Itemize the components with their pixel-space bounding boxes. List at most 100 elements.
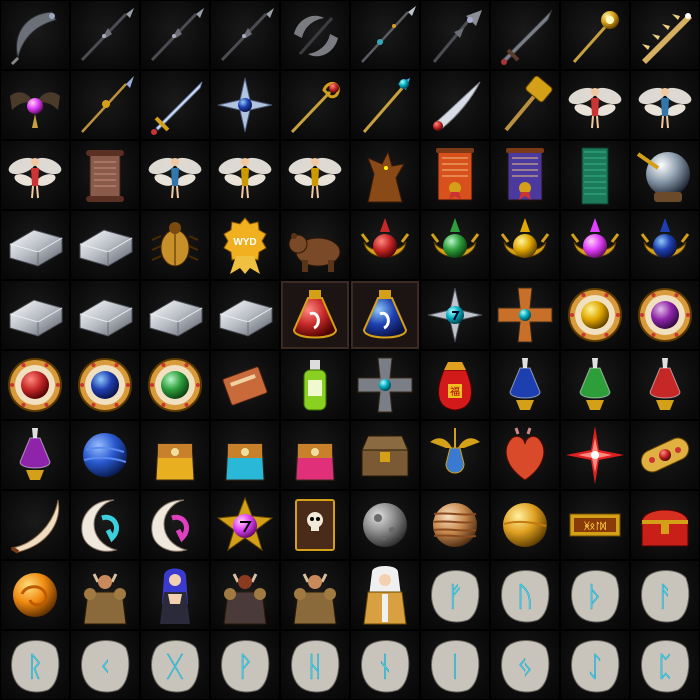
inventory-slot[interactable] [560,0,630,70]
inventory-slot[interactable]: ᚾ [350,630,420,700]
inventory-slot[interactable] [630,0,700,70]
inventory-slot[interactable] [140,350,210,420]
inventory-slot[interactable] [630,420,700,490]
inventory-slot[interactable] [630,490,700,560]
inventory-slot[interactable] [490,70,560,140]
inventory-slot[interactable] [280,210,350,280]
inventory-slot[interactable] [70,420,140,490]
inventory-slot[interactable] [70,210,140,280]
inventory-slot[interactable] [140,560,210,630]
inventory-slot[interactable]: ᚺ [280,630,350,700]
inventory-slot[interactable] [140,70,210,140]
inventory-slot[interactable] [210,280,280,350]
inventory-slot[interactable] [0,70,70,140]
inventory-slot[interactable] [630,70,700,140]
inventory-slot[interactable]: WYD [210,210,280,280]
inventory-slot[interactable] [560,280,630,350]
inventory-slot[interactable] [490,280,560,350]
inventory-slot[interactable] [210,350,280,420]
inventory-slot[interactable] [560,70,630,140]
inventory-slot[interactable] [490,210,560,280]
inventory-slot[interactable]: ᚹ [210,630,280,700]
inventory-slot[interactable] [280,490,350,560]
inventory-slot[interactable] [350,140,420,210]
inventory-slot[interactable] [350,0,420,70]
inventory-slot[interactable] [0,350,70,420]
inventory-slot[interactable] [210,70,280,140]
inventory-slot[interactable]: ᚦ [560,560,630,630]
inventory-slot[interactable] [280,350,350,420]
inventory-slot[interactable] [210,0,280,70]
inventory-slot[interactable]: ᚱ [0,630,70,700]
inventory-slot[interactable] [0,210,70,280]
inventory-slot[interactable] [0,490,70,560]
inventory-slot[interactable] [0,280,70,350]
inventory-slot[interactable] [490,420,560,490]
inventory-slot[interactable] [350,350,420,420]
inventory-slot[interactable]: ᛇ [560,630,630,700]
inventory-slot[interactable] [280,0,350,70]
inventory-slot[interactable] [490,350,560,420]
inventory-slot[interactable]: ᛃ [490,630,560,700]
inventory-slot[interactable] [280,420,350,490]
inventory-slot[interactable] [0,420,70,490]
inventory-slot[interactable]: ᚠ [420,560,490,630]
inventory-slot[interactable] [140,490,210,560]
inventory-slot[interactable] [140,210,210,280]
inventory-slot[interactable] [0,560,70,630]
inventory-slot[interactable]: ᚷ [140,630,210,700]
inventory-slot[interactable] [630,280,700,350]
inventory-slot[interactable] [560,140,630,210]
inventory-slot[interactable] [420,210,490,280]
inventory-slot[interactable] [350,280,420,350]
inventory-slot[interactable] [490,140,560,210]
inventory-slot[interactable] [140,280,210,350]
inventory-slot[interactable] [350,210,420,280]
inventory-slot[interactable] [0,0,70,70]
inventory-slot[interactable] [210,560,280,630]
inventory-slot[interactable] [210,490,280,560]
inventory-slot[interactable] [630,210,700,280]
inventory-slot[interactable] [420,490,490,560]
inventory-slot[interactable] [210,140,280,210]
inventory-slot[interactable]: ᚢ [490,560,560,630]
inventory-slot[interactable] [420,140,490,210]
inventory-slot[interactable]: ᛈ [630,630,700,700]
inventory-slot[interactable]: 福 [420,350,490,420]
inventory-slot[interactable] [350,70,420,140]
inventory-slot[interactable] [140,420,210,490]
inventory-slot[interactable] [140,140,210,210]
inventory-slot[interactable] [490,490,560,560]
inventory-slot[interactable] [630,350,700,420]
inventory-slot[interactable] [140,0,210,70]
inventory-slot[interactable] [560,350,630,420]
inventory-slot[interactable] [630,140,700,210]
inventory-slot[interactable] [350,490,420,560]
inventory-slot[interactable] [420,420,490,490]
inventory-slot[interactable] [490,0,560,70]
inventory-slot[interactable] [560,420,630,490]
inventory-slot[interactable]: ᚸᛟᛚᛞ [560,490,630,560]
inventory-slot[interactable] [350,420,420,490]
inventory-slot[interactable] [280,140,350,210]
inventory-slot[interactable] [280,280,350,350]
inventory-slot[interactable] [420,280,490,350]
inventory-slot[interactable] [350,560,420,630]
inventory-slot[interactable]: ᛁ [420,630,490,700]
inventory-slot[interactable] [70,70,140,140]
inventory-slot[interactable] [420,70,490,140]
inventory-slot[interactable] [0,140,70,210]
inventory-slot[interactable] [70,490,140,560]
inventory-slot[interactable] [70,350,140,420]
inventory-slot[interactable]: ᚲ [70,630,140,700]
inventory-slot[interactable] [70,280,140,350]
inventory-slot[interactable] [420,0,490,70]
inventory-slot[interactable] [560,210,630,280]
inventory-slot[interactable] [70,0,140,70]
inventory-slot[interactable] [70,560,140,630]
inventory-slot[interactable] [210,420,280,490]
inventory-slot[interactable] [280,560,350,630]
inventory-slot[interactable] [280,70,350,140]
inventory-slot[interactable]: ᚨ [630,560,700,630]
inventory-slot[interactable] [70,140,140,210]
